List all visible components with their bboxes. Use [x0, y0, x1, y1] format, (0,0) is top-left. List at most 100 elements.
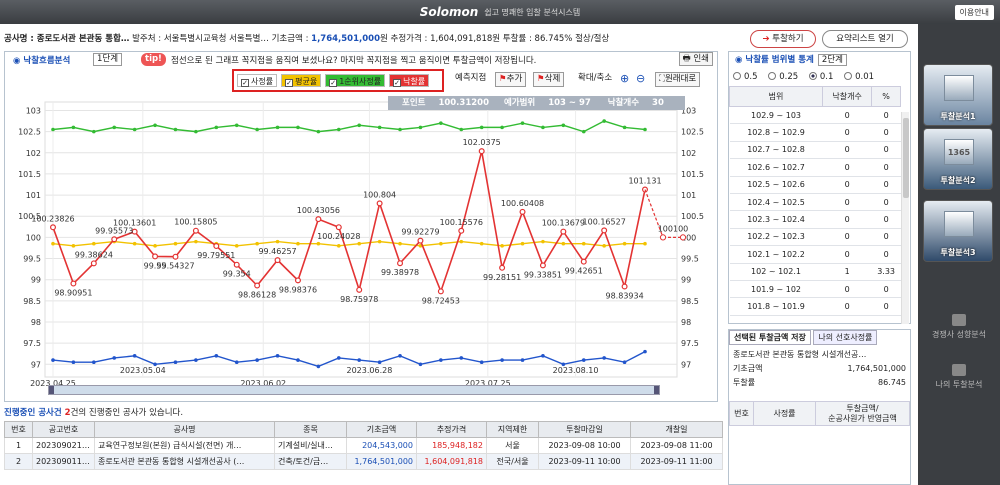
printer-icon: 🖶: [682, 54, 694, 64]
data-point: [336, 356, 341, 360]
range-cell: 102.6 ~ 102.7: [729, 158, 823, 177]
data-point: [214, 354, 219, 358]
range-cell: 0: [822, 158, 872, 177]
data-point: [51, 241, 55, 246]
zoom-out-icon[interactable]: ⊖: [636, 72, 645, 87]
data-point: [294, 277, 301, 284]
slider-handle-left[interactable]: [49, 386, 54, 394]
sidebar-btn-analysis-1[interactable]: 투찰분석1: [923, 64, 993, 126]
delete-point-button[interactable]: ⚑삭제: [533, 72, 565, 87]
data-point: [643, 349, 647, 354]
tab-saved-amount[interactable]: 선택된 투찰금액 저장: [729, 330, 811, 345]
data-point: [541, 125, 545, 130]
zoom-in-icon[interactable]: ⊕: [620, 72, 629, 87]
step-option[interactable]: 0.25: [768, 72, 798, 82]
legend-item-award-rate[interactable]: ✓ 낙찰률: [389, 74, 430, 87]
project-row[interactable]: 2 2023090112… 종로도서관 본관동 통합형 시설개선공사 (… 건축/토건…: [4, 453, 723, 470]
data-point: [153, 123, 157, 128]
step-radio-group: 0.5 0.25 0.1 0.01: [729, 68, 910, 86]
point-label: 100.15805: [174, 218, 217, 227]
scrollbar-thumb[interactable]: [903, 118, 909, 198]
point-label: 101.131: [628, 177, 661, 186]
range-label: 예가범위: [503, 98, 536, 108]
range-cell: 102 ~ 102.1: [729, 263, 823, 281]
data-point: [70, 280, 77, 287]
range-value: 103 ~ 97: [548, 98, 591, 108]
chart-title-text: 낙찰흐름분석: [23, 56, 71, 66]
range-cell: 102.7 ~ 102.8: [729, 141, 823, 160]
range-cell: 102.9 ~ 103: [729, 106, 823, 125]
tab-preferred-rate[interactable]: 나의 선호사정률: [813, 330, 878, 345]
range-row: 101.8 ~ 101.9 0 0: [729, 297, 901, 316]
range-row: 102.2 ~ 102.3 0 0: [729, 228, 901, 247]
data-point: [132, 354, 137, 358]
range-cell: 0: [822, 193, 872, 212]
data-point: [418, 362, 423, 367]
data-point: [601, 227, 608, 234]
bid-button[interactable]: ➔ 투찰하기: [750, 30, 816, 48]
sidebar-btn-analysis-2[interactable]: 1365 투찰분석2: [923, 128, 993, 190]
legend-item-first-rank[interactable]: ✓ 1순위사정률: [325, 74, 386, 87]
y-tick-label: 97.5: [23, 339, 41, 348]
point-value: 100.31200: [438, 98, 489, 108]
project-col: 지역제한: [486, 421, 539, 438]
point-label: 98.72453: [422, 296, 460, 305]
issuer: 서울특별시교육청 서울특별…: [163, 34, 269, 44]
project-cell: 2023-09-08 10:00: [538, 437, 631, 454]
range-stats-header: ◉ 낙찰률 범위별 통계 2단계: [729, 52, 910, 68]
y-tick-label: 100: [26, 233, 41, 242]
project-row[interactable]: 1 2023090219… 교육연구정보원(본원) 급식시설(전면) 개… 기계설비/…: [4, 437, 723, 454]
data-point: [214, 125, 219, 130]
x-tick-label: 2023.05.04: [120, 366, 166, 375]
est-label: 추정가격 :: [390, 34, 431, 44]
print-button[interactable]: 🖶 인쇄: [678, 52, 713, 66]
data-point: [439, 358, 443, 362]
data-point: [439, 241, 443, 246]
step-option[interactable]: 0.01: [844, 72, 874, 82]
step-option[interactable]: 0.1: [808, 72, 833, 82]
range-cell: 0: [871, 176, 901, 194]
add-point-button[interactable]: ⚑추가: [495, 72, 527, 87]
data-point: [581, 358, 586, 362]
legend-label: 낙찰률: [403, 77, 426, 86]
level-1-button[interactable]: 1단계: [93, 53, 123, 66]
legend-item-average[interactable]: ✓ 평균율: [281, 74, 322, 87]
selected-tabs: 선택된 투찰금액 저장 나의 선호사정률: [729, 330, 910, 345]
bid-rate: 86.745%: [534, 34, 573, 44]
data-point: [520, 121, 525, 125]
selected-base-value: 1,764,501,000: [847, 364, 906, 373]
legend-label: 평균율: [295, 77, 318, 86]
step-option[interactable]: 0.5: [733, 72, 758, 82]
range-cell: 1: [822, 263, 872, 281]
reset-zoom-button[interactable]: ⛶원래대로: [655, 72, 701, 87]
project-cell: 건축/토건/금…: [274, 453, 347, 470]
range-row: 101.9 ~ 102 0 0: [729, 280, 901, 299]
selected-rate-label: 투찰률: [733, 378, 756, 387]
project-col: 공고번호: [32, 421, 95, 438]
point-label: 100.13679: [542, 219, 585, 228]
reset-label: 원래대로: [664, 74, 697, 84]
range-cell: 0: [822, 297, 872, 316]
sidebar-nav-my-analysis[interactable]: 나의 투찰분석: [918, 364, 1000, 390]
level-2-button[interactable]: 2단계: [817, 54, 847, 66]
summary-list-button[interactable]: 요약리스트 열기: [822, 30, 908, 48]
data-point: [602, 244, 606, 248]
step-label: 0.01: [855, 72, 875, 82]
range-slider[interactable]: [48, 385, 660, 395]
data-point: [233, 261, 240, 268]
data-point: [51, 358, 55, 362]
data-point: [500, 125, 504, 130]
point-label: 99.38978: [381, 268, 419, 277]
range-cell: 0: [822, 176, 872, 194]
sidebar-btn-label: 투찰분석: [940, 112, 970, 121]
flow-chart[interactable]: 103 103102.5 102.5102 102101.5 101.5101 10110…: [5, 94, 717, 389]
chart-header: ◉ 낙찰흐름분석 1단계 tip! 점선으로 된 그래프 꼭지점을 움직여 보셨…: [5, 52, 717, 67]
range-scrollbar[interactable]: [901, 112, 909, 324]
count-label: 낙찰개수: [607, 98, 640, 108]
flag-icon: ⚑: [499, 74, 507, 84]
legend-item-assessment[interactable]: ✓ 사정률: [237, 74, 278, 87]
sidebar-btn-analysis-3[interactable]: 투찰분석3: [923, 200, 993, 262]
help-button[interactable]: 이용안내: [954, 5, 994, 20]
slider-handle-right[interactable]: [654, 386, 659, 394]
sidebar-nav-competitor[interactable]: 경쟁사 성향분석: [918, 314, 1000, 340]
